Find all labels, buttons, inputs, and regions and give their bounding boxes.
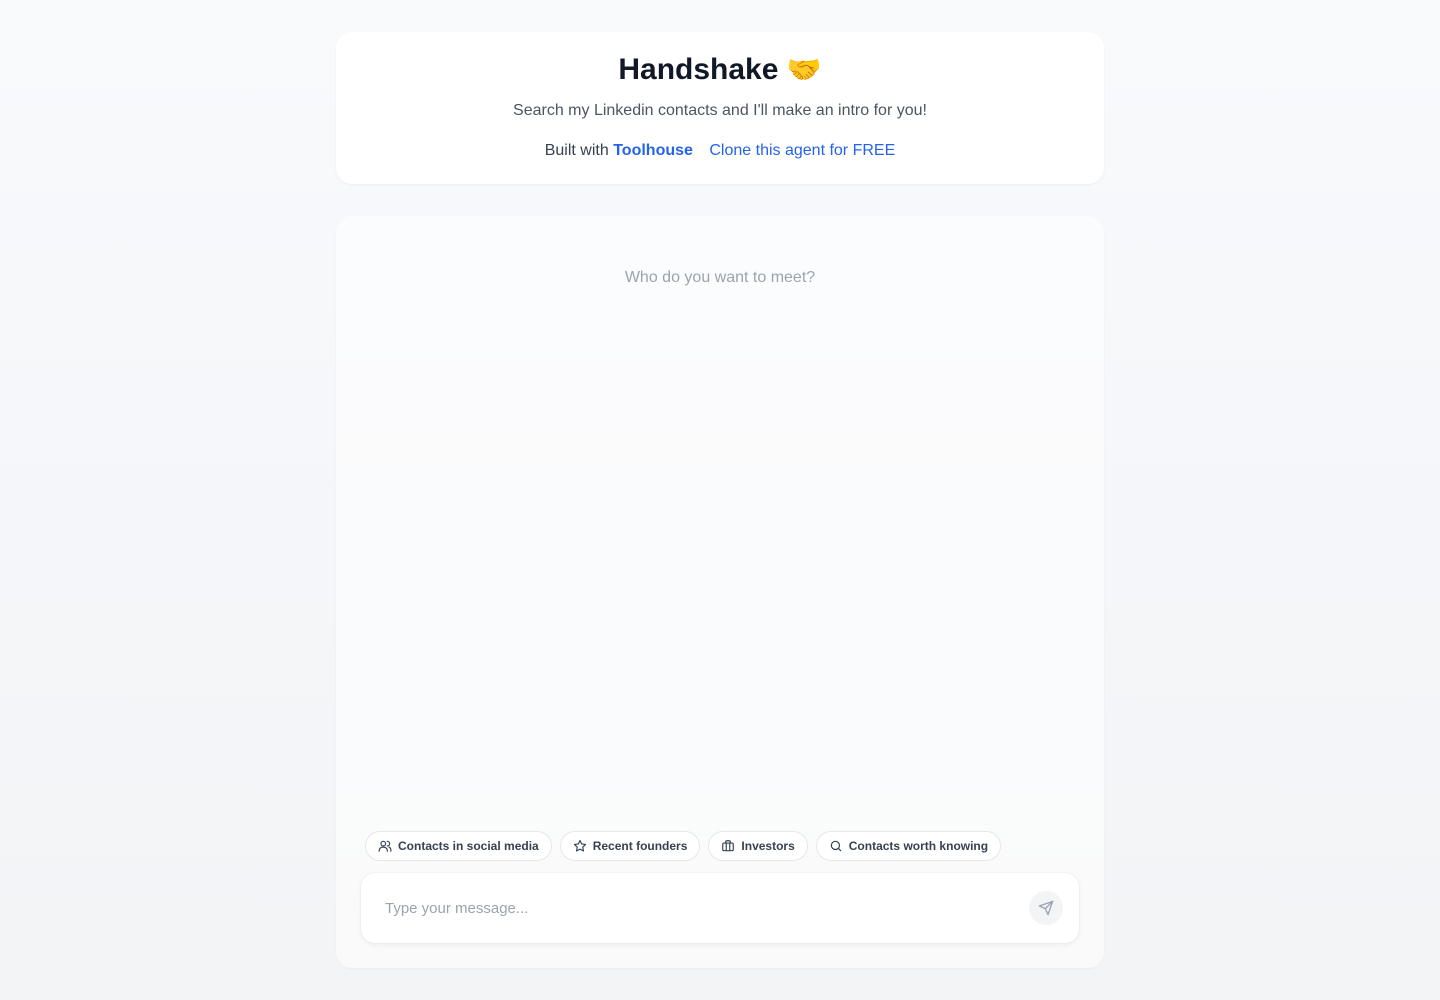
users-icon [378,840,392,852]
suggestion-chips: Contacts in social media Recent founders… [365,831,1002,861]
page-title: Handshake 🤝 [336,52,1104,88]
suggestion-chip-social-media[interactable]: Contacts in social media [365,831,552,861]
built-with-row: Built with Toolhouse Clone this agent fo… [336,141,1104,161]
clone-agent-link[interactable]: Clone this agent for FREE [709,142,895,159]
briefcase-icon [722,840,735,852]
send-button[interactable] [1029,891,1063,925]
built-with-label: Built with [544,142,609,159]
chip-label: Contacts in social media [398,839,539,853]
messages-area[interactable]: Who do you want to meet? [336,216,1104,816]
header-card: Handshake 🤝 Search my Linkedin contacts … [336,32,1104,184]
message-input[interactable] [385,897,1005,919]
search-icon [830,840,842,852]
chat-panel: Who do you want to meet? Contacts in soc… [336,216,1104,968]
page-subtitle: Search my Linkedin contacts and I'll mak… [513,102,927,119]
title-text: Handshake [618,53,779,86]
chip-label: Contacts worth knowing [848,839,989,853]
send-icon [1038,900,1054,916]
message-composer [361,873,1079,943]
star-icon [573,839,586,852]
empty-state-prompt: Who do you want to meet? [624,269,816,286]
suggestion-chip-investors[interactable]: Investors [708,831,808,861]
toolhouse-link[interactable]: Toolhouse [613,142,693,159]
chip-label: Recent founders [592,839,688,853]
suggestion-chip-recent-founders[interactable]: Recent founders [559,831,701,861]
suggestion-chip-worth-knowing[interactable]: Contacts worth knowing [815,831,1002,861]
handshake-emoji-icon: 🤝 [786,54,822,85]
chip-label: Investors [741,839,795,853]
